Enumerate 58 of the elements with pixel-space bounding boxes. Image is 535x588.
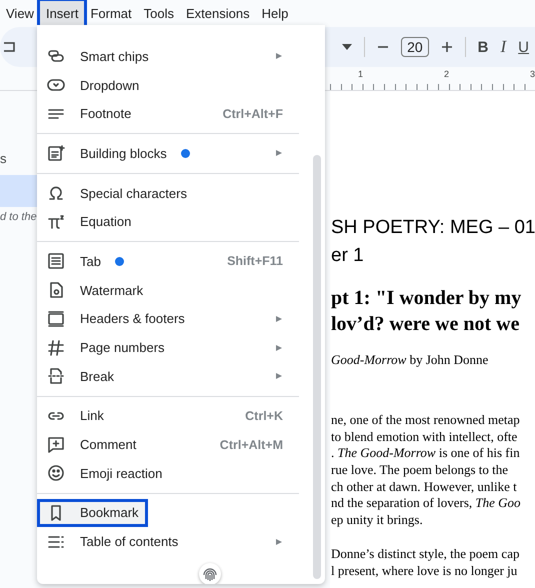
menu-bar-item[interactable]: Insert xyxy=(40,1,84,26)
menu-bar-item[interactable]: Extensions xyxy=(180,1,256,26)
comment-icon xyxy=(47,436,65,454)
header-footer-icon xyxy=(47,310,65,328)
document-heading: lov’d? were we not we xyxy=(331,313,520,337)
bold-button[interactable]: B xyxy=(478,38,488,56)
body-text-line: Donne’s distinct style, the poem cap xyxy=(331,546,520,562)
document-plus-icon xyxy=(47,144,65,162)
document-heading: pt 1: "I wonder by my xyxy=(331,287,522,311)
menu-bar-item[interactable]: Help xyxy=(256,1,294,26)
pi-icon xyxy=(47,212,65,231)
hash-icon xyxy=(47,338,65,357)
menu-bar-item[interactable]: Tools xyxy=(138,1,180,26)
menu-item[interactable]: Smart chips xyxy=(37,42,312,71)
omega-icon xyxy=(47,184,65,202)
body-text-line: ne, one of the most renowned metap xyxy=(331,412,521,429)
menu-item[interactable]: Special characters xyxy=(37,178,312,208)
scrollbar[interactable] xyxy=(313,155,321,579)
body-text-line: ch other at dawn. However, unlike t xyxy=(331,478,518,496)
body-text-line: ep unity it brings. xyxy=(331,512,424,529)
outline-item[interactable]: s xyxy=(0,143,37,175)
smiley-icon xyxy=(47,464,65,482)
menu-item[interactable]: Watermark xyxy=(37,276,312,304)
menu-item[interactable]: Emoji reaction xyxy=(37,458,312,488)
ruler-number: 1 xyxy=(356,68,363,79)
underline-button[interactable]: U xyxy=(518,38,529,56)
menu-item[interactable]: Tab Shift+F11 xyxy=(37,247,312,276)
menu-bar-item[interactable]: View xyxy=(0,1,40,26)
body-text-line: to blend emotion with intellect, ofte xyxy=(331,428,518,446)
font-size-field[interactable]: 20 xyxy=(401,37,429,57)
page-break-icon xyxy=(47,367,65,386)
menu-item[interactable]: Dropdown xyxy=(37,70,312,100)
body-text-line: l present, where love is no longer ju xyxy=(331,562,518,580)
document-byline: Good-Morrow by John Donne xyxy=(331,352,490,368)
menu-item[interactable]: Comment Ctrl+Alt+M xyxy=(37,430,312,459)
ruler-number: 3 xyxy=(528,68,535,79)
menu-item[interactable]: Break xyxy=(37,362,312,391)
body-text-line: nd the separation of lovers, The Goo xyxy=(331,495,522,512)
ruler-number: 2 xyxy=(442,68,449,79)
italic-button[interactable]: I xyxy=(500,37,506,57)
menu-item[interactable]: Link Ctrl+K xyxy=(37,402,312,430)
caret-down-icon[interactable] xyxy=(342,44,352,50)
menu-item[interactable]: Table of contents xyxy=(37,527,312,556)
menu-item[interactable]: Bookmark xyxy=(37,498,148,528)
document-subtitle: er 1 xyxy=(331,245,365,268)
body-text-line: . The Good-Morrow is one of his fin xyxy=(331,445,521,462)
menu-item[interactable]: Equation xyxy=(37,207,312,236)
menu-item[interactable]: Page numbers xyxy=(37,333,312,362)
menu-bar-item[interactable]: Format xyxy=(84,1,138,26)
watermark-icon xyxy=(47,281,65,300)
body-text-line: rue love. The poem belongs to the xyxy=(331,462,510,479)
menu-item[interactable]: Headers & footers xyxy=(37,304,312,334)
menu-item[interactable]: Footnote Ctrl+Alt+F xyxy=(37,99,312,128)
document-title: SH POETRY: MEG – 01 xyxy=(331,217,535,240)
document-icon xyxy=(47,252,65,270)
plus-icon[interactable] xyxy=(440,41,453,53)
outline-note: d to the xyxy=(0,211,37,223)
menu-item[interactable]: Building blocks xyxy=(37,139,312,168)
